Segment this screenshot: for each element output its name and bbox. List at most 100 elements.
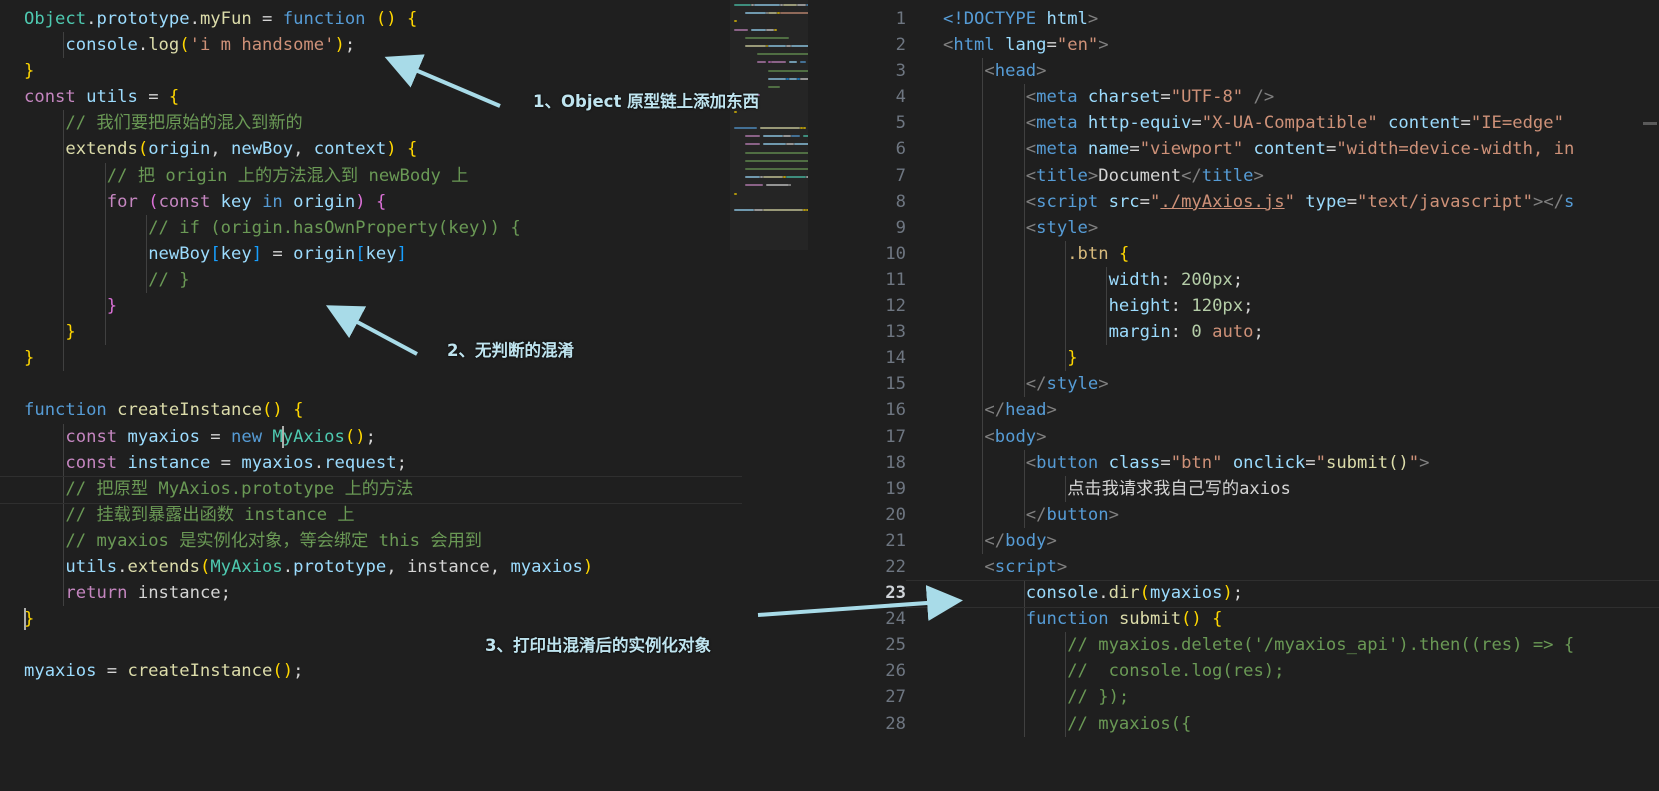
editor-pane-left[interactable]: Object.prototype.myFun = function () { c… [0,0,808,791]
code-line[interactable]: const utils = { [24,84,593,110]
line-number[interactable]: 1 [808,6,906,32]
code-line[interactable]: // console.log(res); [943,658,1574,684]
code-line[interactable]: console.log('i m handsome'); [24,32,593,58]
code-line[interactable]: } [24,319,593,345]
code-line[interactable]: // myaxios 是实例化对象，等会绑定 this 会用到 [24,528,593,554]
line-number[interactable]: 2 [808,32,906,58]
code-line[interactable]: // }); [943,684,1574,710]
code-line[interactable]: <!DOCTYPE html> [943,6,1574,32]
code-line[interactable]: // 把 origin 上的方法混入到 newBody 上 [24,163,593,189]
left-minimap[interactable] [730,0,808,791]
code-line[interactable]: for (const key in origin) { [24,189,593,215]
code-line[interactable]: // 我们要把原始的混入到新的 [24,110,593,136]
code-line[interactable]: height: 120px; [943,293,1574,319]
code-line[interactable]: } [943,345,1574,371]
line-number[interactable]: 13 [808,319,906,345]
code-line[interactable]: newBoy[key] = origin[key] [24,241,593,267]
code-line[interactable]: .btn { [943,241,1574,267]
code-line[interactable]: margin: 0 auto; [943,319,1574,345]
editor-pane-right[interactable]: 1 2 3 4 5 6 7 8 9 10 11 12 13 14 15 16 17 18 19 20 21 22 23 24 2… [808,0,1659,791]
code-token: = [1139,191,1151,212]
code-line[interactable]: // myaxios.delete('/myaxios_api').then((… [943,632,1574,658]
code-line[interactable]: Object.prototype.myFun = function () { [24,6,593,32]
code-line[interactable]: } [24,58,593,84]
code-line[interactable]: <meta http-equiv="X-UA-Compatible" conte… [943,110,1574,136]
line-number[interactable]: 27 [808,684,906,710]
code-line[interactable]: function submit() { [943,606,1574,632]
line-number[interactable]: 5 [808,110,906,136]
line-number[interactable]: 18 [808,450,906,476]
line-number[interactable]: 20 [808,502,906,528]
code-token: } [65,322,76,343]
line-number[interactable]: 4 [808,84,906,110]
line-number[interactable]: 3 [808,58,906,84]
code-line[interactable]: utils.extends(MyAxios.prototype, instanc… [24,554,593,580]
code-line[interactable]: } [24,606,593,632]
line-number[interactable]: 15 [808,371,906,397]
code-line[interactable]: <button class="btn" onclick="submit()"> [943,450,1574,476]
line-number[interactable]: 19 [808,476,906,502]
indent-guide [1106,267,1108,346]
code-token: const [158,191,211,212]
code-line[interactable]: // if (origin.hasOwnProperty(key)) { [24,215,593,241]
code-line[interactable]: // } [24,267,593,293]
left-code-content[interactable]: Object.prototype.myFun = function () { c… [24,6,593,791]
code-token: auto [1212,322,1254,343]
code-line[interactable]: const myaxios = new MyAxios(); [24,424,593,450]
indent-guide [145,214,147,294]
line-number[interactable]: 11 [808,267,906,293]
code-line[interactable]: </style> [943,371,1574,397]
line-number[interactable]: 10 [808,241,906,267]
code-line[interactable]: // 把原型 MyAxios.prototype 上的方法 [24,476,593,502]
code-line[interactable]: return instance; [24,580,593,606]
code-line[interactable]: width: 200px; [943,267,1574,293]
line-number[interactable]: 6 [808,136,906,162]
right-line-number-gutter[interactable]: 1 2 3 4 5 6 7 8 9 10 11 12 13 14 15 16 17 18 19 20 21 22 23 24 2… [808,6,906,737]
code-line[interactable]: <script> [943,554,1574,580]
line-number[interactable]: 16 [808,397,906,423]
code-line[interactable]: <style> [943,215,1574,241]
code-token: ( [375,9,387,29]
line-number[interactable]: 24 [808,606,906,632]
code-line[interactable]: } [24,345,593,371]
code-line[interactable]: </body> [943,528,1574,554]
code-line[interactable]: // 挂载到暴露出函数 instance 上 [24,502,593,528]
code-line[interactable]: <body> [943,424,1574,450]
code-line[interactable]: <html lang="en"> [943,32,1574,58]
line-number[interactable]: 14 [808,345,906,371]
code-line[interactable]: </button> [943,502,1574,528]
code-line[interactable]: console.dir(myaxios); [943,580,1574,606]
line-number[interactable]: 28 [808,711,906,737]
code-line[interactable]: } [24,293,593,319]
line-number[interactable]: 9 [808,215,906,241]
line-number[interactable]: 7 [808,163,906,189]
code-line[interactable]: <meta name="viewport" content="width=dev… [943,136,1575,162]
line-number[interactable]: 22 [808,554,906,580]
line-number[interactable]: 26 [808,658,906,684]
code-line[interactable]: extends(origin, newBoy, context) { [24,136,593,162]
code-line[interactable]: <meta charset="UTF-8" /> [943,84,1574,110]
code-line[interactable]: <title>Document</title> [943,163,1574,189]
line-number[interactable]: 17 [808,424,906,450]
code-line[interactable]: <script src="./myAxios.js" type="text/ja… [943,189,1575,215]
code-line[interactable]: </head> [943,397,1574,423]
code-line[interactable] [24,632,593,658]
code-line[interactable]: const instance = myaxios.request; [24,450,593,476]
code-line[interactable] [24,371,593,397]
line-number[interactable]: 8 [808,189,906,215]
line-number[interactable]: 12 [808,293,906,319]
code-line[interactable]: <head> [943,58,1574,84]
code-line[interactable]: 点击我请求我自己写的axios [943,476,1574,502]
code-token: charset [1087,87,1161,108]
line-number[interactable]: 25 [808,632,906,658]
line-number[interactable]: 23 [808,580,906,606]
code-line[interactable]: function createInstance() { [24,397,593,423]
line-number[interactable]: 21 [808,528,906,554]
code-token: type [1305,191,1347,212]
code-line[interactable]: myaxios = createInstance(); [24,658,593,684]
right-code-content[interactable]: <!DOCTYPE html> <html lang="en"> <head> <… [943,6,1574,791]
code-line[interactable]: // myaxios({ [943,711,1574,737]
